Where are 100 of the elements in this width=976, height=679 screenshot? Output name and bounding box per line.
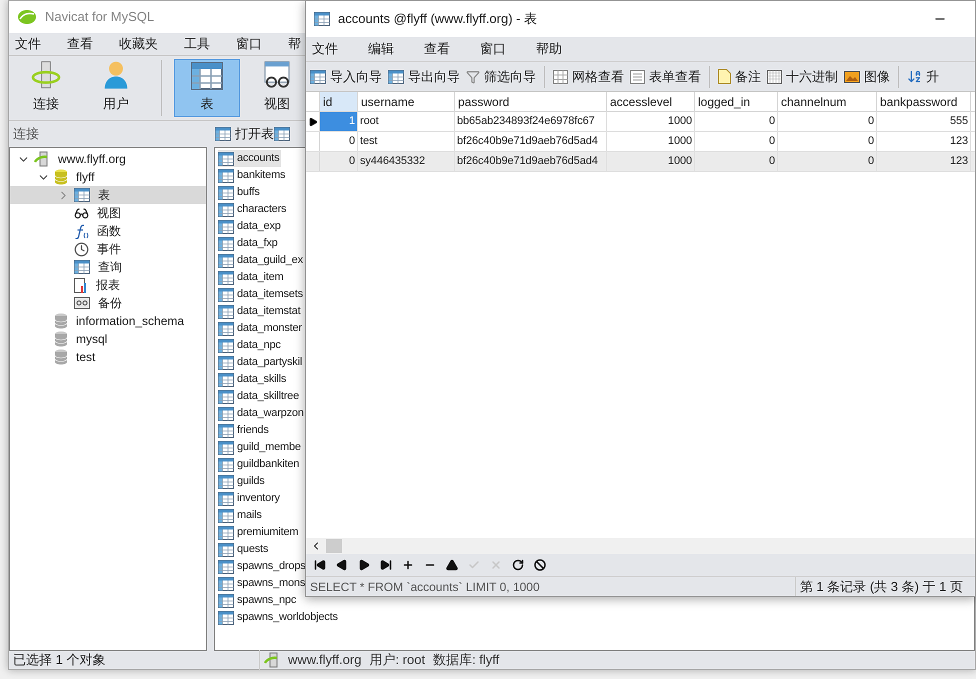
table-list-item[interactable]: friends	[218, 422, 271, 439]
tree-item[interactable]: 表	[10, 186, 206, 204]
next-icon	[358, 559, 370, 571]
table-list-item[interactable]: data_skilltree	[218, 388, 302, 405]
toolbar-button[interactable]: 表	[174, 59, 240, 117]
table-list-item[interactable]: inventory	[218, 490, 282, 507]
tree-item[interactable]: 函数	[10, 222, 206, 240]
menu-item[interactable]: 编辑	[362, 39, 400, 59]
status-text: 已选择 1 个对象	[12, 651, 106, 670]
table-row[interactable]: 1 root bb65ab234893f24e6978fc67 1000 0 0 555	[306, 112, 975, 132]
toolbar-button[interactable]: 升	[907, 66, 939, 86]
tree-item[interactable]: mysql	[10, 330, 206, 348]
tree-item[interactable]: 报表	[10, 276, 206, 294]
status-text: www.flyff.org	[288, 651, 362, 670]
scrollbar-thumb[interactable]	[326, 539, 342, 553]
table-icon	[74, 188, 90, 202]
table-list-item[interactable]: quests	[218, 541, 270, 558]
database-icon	[54, 169, 68, 185]
menu-item[interactable]: 窗口	[474, 39, 512, 59]
menu-item[interactable]: 查看	[418, 39, 456, 59]
table-list-item[interactable]: data_npc	[218, 337, 283, 354]
toolbar-button[interactable]: 表单查看	[630, 66, 701, 86]
menu-item[interactable]: 文件	[9, 34, 47, 54]
column-header[interactable]: accesslevel	[607, 92, 695, 111]
table-list-item[interactable]: mails	[218, 507, 264, 524]
cancel-icon	[490, 559, 502, 571]
table-list-item[interactable]: data_item	[218, 269, 286, 286]
table-icon	[218, 594, 234, 608]
column-header[interactable]: password	[455, 92, 607, 111]
menu-item[interactable]: 查看	[61, 34, 99, 54]
toolbar-button[interactable]: 导出向导	[388, 66, 460, 86]
table-icon	[218, 390, 234, 404]
toolbar-button[interactable]: 十六进制	[767, 66, 838, 86]
tree-item[interactable]: flyff	[10, 168, 206, 186]
toolbar-button[interactable]: 筛选向导	[466, 66, 536, 86]
table-icon	[190, 62, 224, 90]
table-cell: 1000	[607, 152, 695, 171]
table-list-item[interactable]: data_monster	[218, 320, 304, 337]
database-icon	[54, 313, 68, 329]
sort-icon	[907, 69, 922, 84]
menu-item[interactable]: 帮	[282, 34, 307, 54]
table-list-item[interactable]: data_guild_ex	[218, 252, 305, 269]
toolbar-button[interactable]: 连接	[13, 59, 79, 117]
table-cell: 0	[778, 112, 877, 131]
column-header[interactable]: username	[358, 92, 455, 111]
table-list-item[interactable]: spawns_npc	[218, 592, 298, 609]
column-header[interactable]: channelnum	[778, 92, 877, 111]
menu-item[interactable]: 窗口	[230, 34, 268, 54]
column-header[interactable]: bankpassword	[877, 92, 971, 111]
table-list-item[interactable]: guilds	[218, 473, 267, 490]
toolbar-button[interactable]: 备注	[718, 66, 761, 86]
menu-item[interactable]: 工具	[178, 34, 216, 54]
table-icon	[218, 440, 234, 454]
table-list-item[interactable]: buffs	[218, 184, 262, 201]
table-list-item[interactable]: data_warpzon	[218, 405, 306, 422]
table-list-item[interactable]: accounts	[218, 150, 282, 167]
menu-item[interactable]: 收藏夹	[113, 34, 164, 54]
table-icon	[218, 236, 234, 250]
tree-item[interactable]: test	[10, 348, 206, 366]
table-list-item[interactable]: premiumitem	[218, 524, 300, 541]
tree-item[interactable]: information_schema	[10, 312, 206, 330]
toolbar-button[interactable]: 导入向导	[310, 66, 382, 86]
toolbar-button[interactable]: 用户	[83, 59, 149, 117]
table-list-item[interactable]: characters	[218, 201, 288, 218]
menu-item[interactable]: 帮助	[530, 39, 568, 59]
table-list-item[interactable]: data_itemsets	[218, 286, 305, 303]
table-list-item[interactable]: bankitems	[218, 167, 288, 184]
open-table-button[interactable]: 打开表	[215, 124, 274, 144]
tree-item[interactable]: 备份	[10, 294, 206, 312]
table-row[interactable]: 0 test bf26c40b9e71d9aeb76d5ad4 1000 0 0 123	[306, 132, 975, 152]
table-list-item[interactable]: guildbankiten	[218, 456, 302, 473]
table-list-item[interactable]: spawns_worldobjects	[218, 609, 340, 626]
tree-item[interactable]: 事件	[10, 240, 206, 258]
table-icon	[218, 492, 234, 506]
column-header[interactable]: logged_in	[695, 92, 778, 111]
tree-item[interactable]: 查询	[10, 258, 206, 276]
stop-icon	[534, 559, 546, 571]
table-icon	[218, 288, 234, 302]
table-cell: 0	[320, 152, 358, 171]
table-list-item[interactable]: data_skills	[218, 371, 288, 388]
table-icon	[218, 356, 234, 370]
toolbar-button[interactable]: 图像	[844, 66, 890, 86]
tree-item[interactable]: 视图	[10, 204, 206, 222]
table-icon	[218, 474, 234, 488]
table-list-item[interactable]: data_exp	[218, 218, 283, 235]
table-list-item[interactable]: data_itemstat	[218, 303, 302, 320]
toolbar-button[interactable]: 网格查看	[553, 66, 624, 86]
first-record-icon	[314, 559, 326, 571]
table-list-item[interactable]: data_fxp	[218, 235, 280, 252]
table-list-item[interactable]: guild_membe	[218, 439, 303, 456]
table-cell: sy446435332	[358, 152, 455, 171]
table-list-item[interactable]: spawns_drops	[218, 558, 308, 575]
table-cell: root	[358, 112, 455, 131]
menu-item[interactable]: 文件	[306, 39, 344, 59]
table-icon	[218, 254, 234, 268]
tree-item[interactable]: www.flyff.org	[10, 150, 206, 168]
table-list-item[interactable]: spawns_mons	[218, 575, 308, 592]
table-row[interactable]: 0 sy446435332 bf26c40b9e71d9aeb76d5ad4 1000 0 0 123	[306, 152, 975, 172]
table-list-item[interactable]: data_partyskil	[218, 354, 304, 371]
column-header[interactable]: id	[320, 92, 358, 111]
